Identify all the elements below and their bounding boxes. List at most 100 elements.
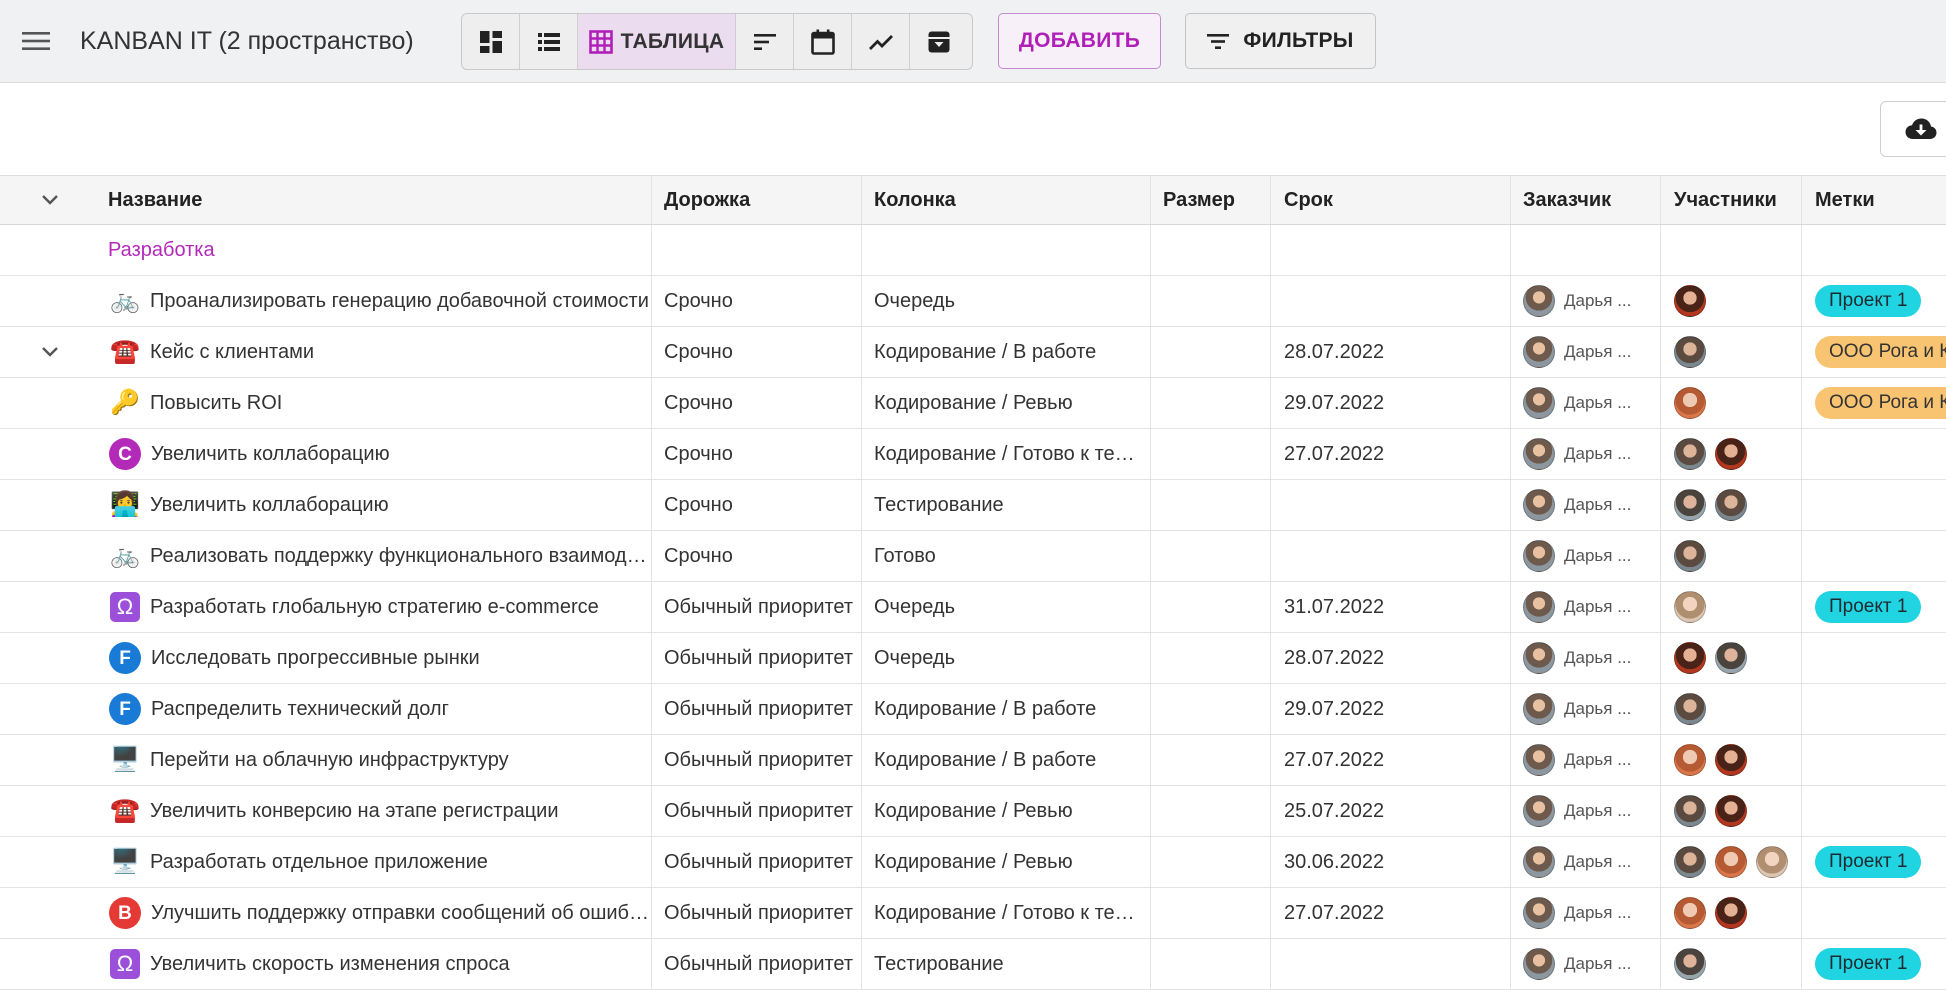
header-lane[interactable]: Дорожка	[652, 176, 862, 224]
customer-name: Дарья ...	[1564, 546, 1632, 565]
task-due: 29.07.2022	[1271, 378, 1511, 428]
customer-name: Дарья ...	[1564, 750, 1632, 769]
archive-view-button[interactable]	[910, 14, 968, 69]
computer-icon: 🖥️	[110, 746, 140, 773]
group-row[interactable]: Разработка	[0, 225, 1946, 276]
list-view-button[interactable]	[520, 14, 578, 69]
letter-c-icon: C	[109, 438, 141, 470]
avatar	[1674, 948, 1706, 980]
task-size	[1151, 480, 1271, 530]
header-customer[interactable]: Заказчик	[1511, 176, 1661, 224]
task-name[interactable]: Повысить ROI	[150, 392, 282, 415]
table-row[interactable]: 🚲 Реализовать поддержку функционального в…	[0, 531, 1946, 582]
board-view-button[interactable]	[462, 14, 520, 69]
dashboard-icon	[479, 30, 502, 53]
avatar	[1715, 795, 1747, 827]
cloud-download-button[interactable]	[1880, 101, 1946, 157]
task-size	[1151, 276, 1271, 326]
avatar	[1674, 642, 1706, 674]
task-name[interactable]: Перейти на облачную инфраструктуру	[150, 749, 509, 772]
table-row[interactable]: F Распределить технический долг Обычный п…	[0, 684, 1946, 735]
avatar	[1523, 846, 1555, 878]
chart-view-button[interactable]	[852, 14, 910, 69]
table-row[interactable]: 🔑 Повысить ROI Срочно Кодирование / Ревью…	[0, 378, 1946, 429]
customer-name: Дарья ...	[1564, 342, 1632, 361]
header-name[interactable]: Название	[100, 176, 652, 224]
task-size	[1151, 633, 1271, 683]
add-button[interactable]: ДОБАВИТЬ	[998, 13, 1161, 69]
header-column[interactable]: Колонка	[862, 176, 1151, 224]
archive-icon	[928, 31, 950, 52]
task-column: Очередь	[874, 289, 955, 312]
task-name[interactable]: Увеличить коллаборацию	[150, 494, 389, 517]
avatar	[1715, 438, 1747, 470]
avatar	[1523, 387, 1555, 419]
table-row[interactable]: C Увеличить коллаборацию Срочно Кодирован…	[0, 429, 1946, 480]
avatar	[1674, 795, 1706, 827]
table-row[interactable]: F Исследовать прогрессивные рынки Обычный…	[0, 633, 1946, 684]
task-column: Очередь	[874, 595, 955, 618]
avatar	[1674, 438, 1706, 470]
task-lane: Обычный приоритет	[664, 748, 854, 771]
hamburger-menu-icon[interactable]	[16, 23, 56, 59]
task-name[interactable]: Исследовать прогрессивные рынки	[151, 647, 480, 670]
task-name[interactable]: Увеличить конверсию на этапе регистрации	[150, 800, 559, 823]
task-size	[1151, 327, 1271, 377]
avatar	[1715, 897, 1747, 929]
table-view-button[interactable]: ТАБЛИЦА	[578, 14, 736, 69]
table-grid-icon	[588, 29, 613, 54]
table-row[interactable]: 🖥️ Перейти на облачную инфраструктуру Обы…	[0, 735, 1946, 786]
task-due: 28.07.2022	[1271, 633, 1511, 683]
task-name[interactable]: Увеличить коллаборацию	[151, 443, 390, 466]
table-row[interactable]: B Улучшить поддержку отправки сообщений о…	[0, 888, 1946, 939]
filters-button[interactable]: ФИЛЬТРЫ	[1185, 13, 1376, 69]
avatar	[1674, 489, 1706, 521]
tasks-table: Название Дорожка Колонка Размер Срок Зак…	[0, 175, 1946, 990]
calendar-view-button[interactable]	[794, 14, 852, 69]
table-row[interactable]: Ω Увеличить скорость изменения спроса Обы…	[0, 939, 1946, 990]
avatar	[1523, 336, 1555, 368]
task-column: Очередь	[874, 646, 955, 669]
table-header-row: Название Дорожка Колонка Размер Срок Зак…	[0, 175, 1946, 225]
task-size	[1151, 684, 1271, 734]
task-name[interactable]: Разработать отдельное приложение	[150, 851, 488, 874]
letter-b-icon: B	[109, 897, 141, 929]
table-row[interactable]: 👩‍💻 Увеличить коллаборацию Срочно Тестиро…	[0, 480, 1946, 531]
filters-label: ФИЛЬТРЫ	[1243, 29, 1354, 52]
expand-row-toggle[interactable]	[0, 327, 100, 377]
table-row[interactable]: ☎️ Кейс с клиентами Срочно Кодирование / …	[0, 327, 1946, 378]
task-name[interactable]: Разработать глобальную стратегию e-comme…	[150, 596, 599, 619]
avatar	[1523, 693, 1555, 725]
task-name[interactable]: Реализовать поддержку функционального вз…	[150, 545, 651, 568]
task-lane: Обычный приоритет	[664, 952, 854, 975]
customer-name: Дарья ...	[1564, 597, 1632, 616]
task-lane: Срочно	[664, 442, 733, 465]
task-name[interactable]: Кейс с клиентами	[150, 341, 314, 364]
task-due: 30.06.2022	[1271, 837, 1511, 887]
table-row[interactable]: 🚲 Проанализировать генерацию добавочной с…	[0, 276, 1946, 327]
task-lane: Срочно	[664, 289, 733, 312]
task-name[interactable]: Распределить технический долг	[151, 698, 449, 721]
key-icon: 🔑	[110, 389, 140, 416]
table-row[interactable]: ☎️ Увеличить конверсию на этапе регистрац…	[0, 786, 1946, 837]
table-row[interactable]: Ω Разработать глобальную стратегию e-comm…	[0, 582, 1946, 633]
task-name[interactable]: Проанализировать генерацию добавочной ст…	[150, 290, 649, 313]
expand-all-toggle[interactable]	[0, 176, 100, 224]
header-participants[interactable]: Участники	[1661, 176, 1802, 224]
task-column: Кодирование / В работе	[874, 697, 1097, 720]
avatar	[1756, 846, 1788, 878]
task-column: Кодирование / Ревью	[874, 799, 1073, 822]
avatar	[1523, 795, 1555, 827]
board-title: KANBAN IT (2 пространство)	[80, 27, 414, 55]
customer-name: Дарья ...	[1564, 852, 1632, 871]
task-lane: Обычный приоритет	[664, 697, 854, 720]
task-due: 27.07.2022	[1271, 429, 1511, 479]
task-name[interactable]: Увеличить скорость изменения спроса	[150, 953, 510, 976]
task-name[interactable]: Улучшить поддержку отправки сообщений об…	[151, 902, 651, 925]
table-row[interactable]: 🖥️ Разработать отдельное приложение Обычн…	[0, 837, 1946, 888]
header-tags[interactable]: Метки	[1802, 176, 1946, 224]
header-size[interactable]: Размер	[1151, 176, 1271, 224]
header-due[interactable]: Срок	[1271, 176, 1511, 224]
sort-view-button[interactable]	[736, 14, 794, 69]
customer-name: Дарья ...	[1564, 648, 1632, 667]
